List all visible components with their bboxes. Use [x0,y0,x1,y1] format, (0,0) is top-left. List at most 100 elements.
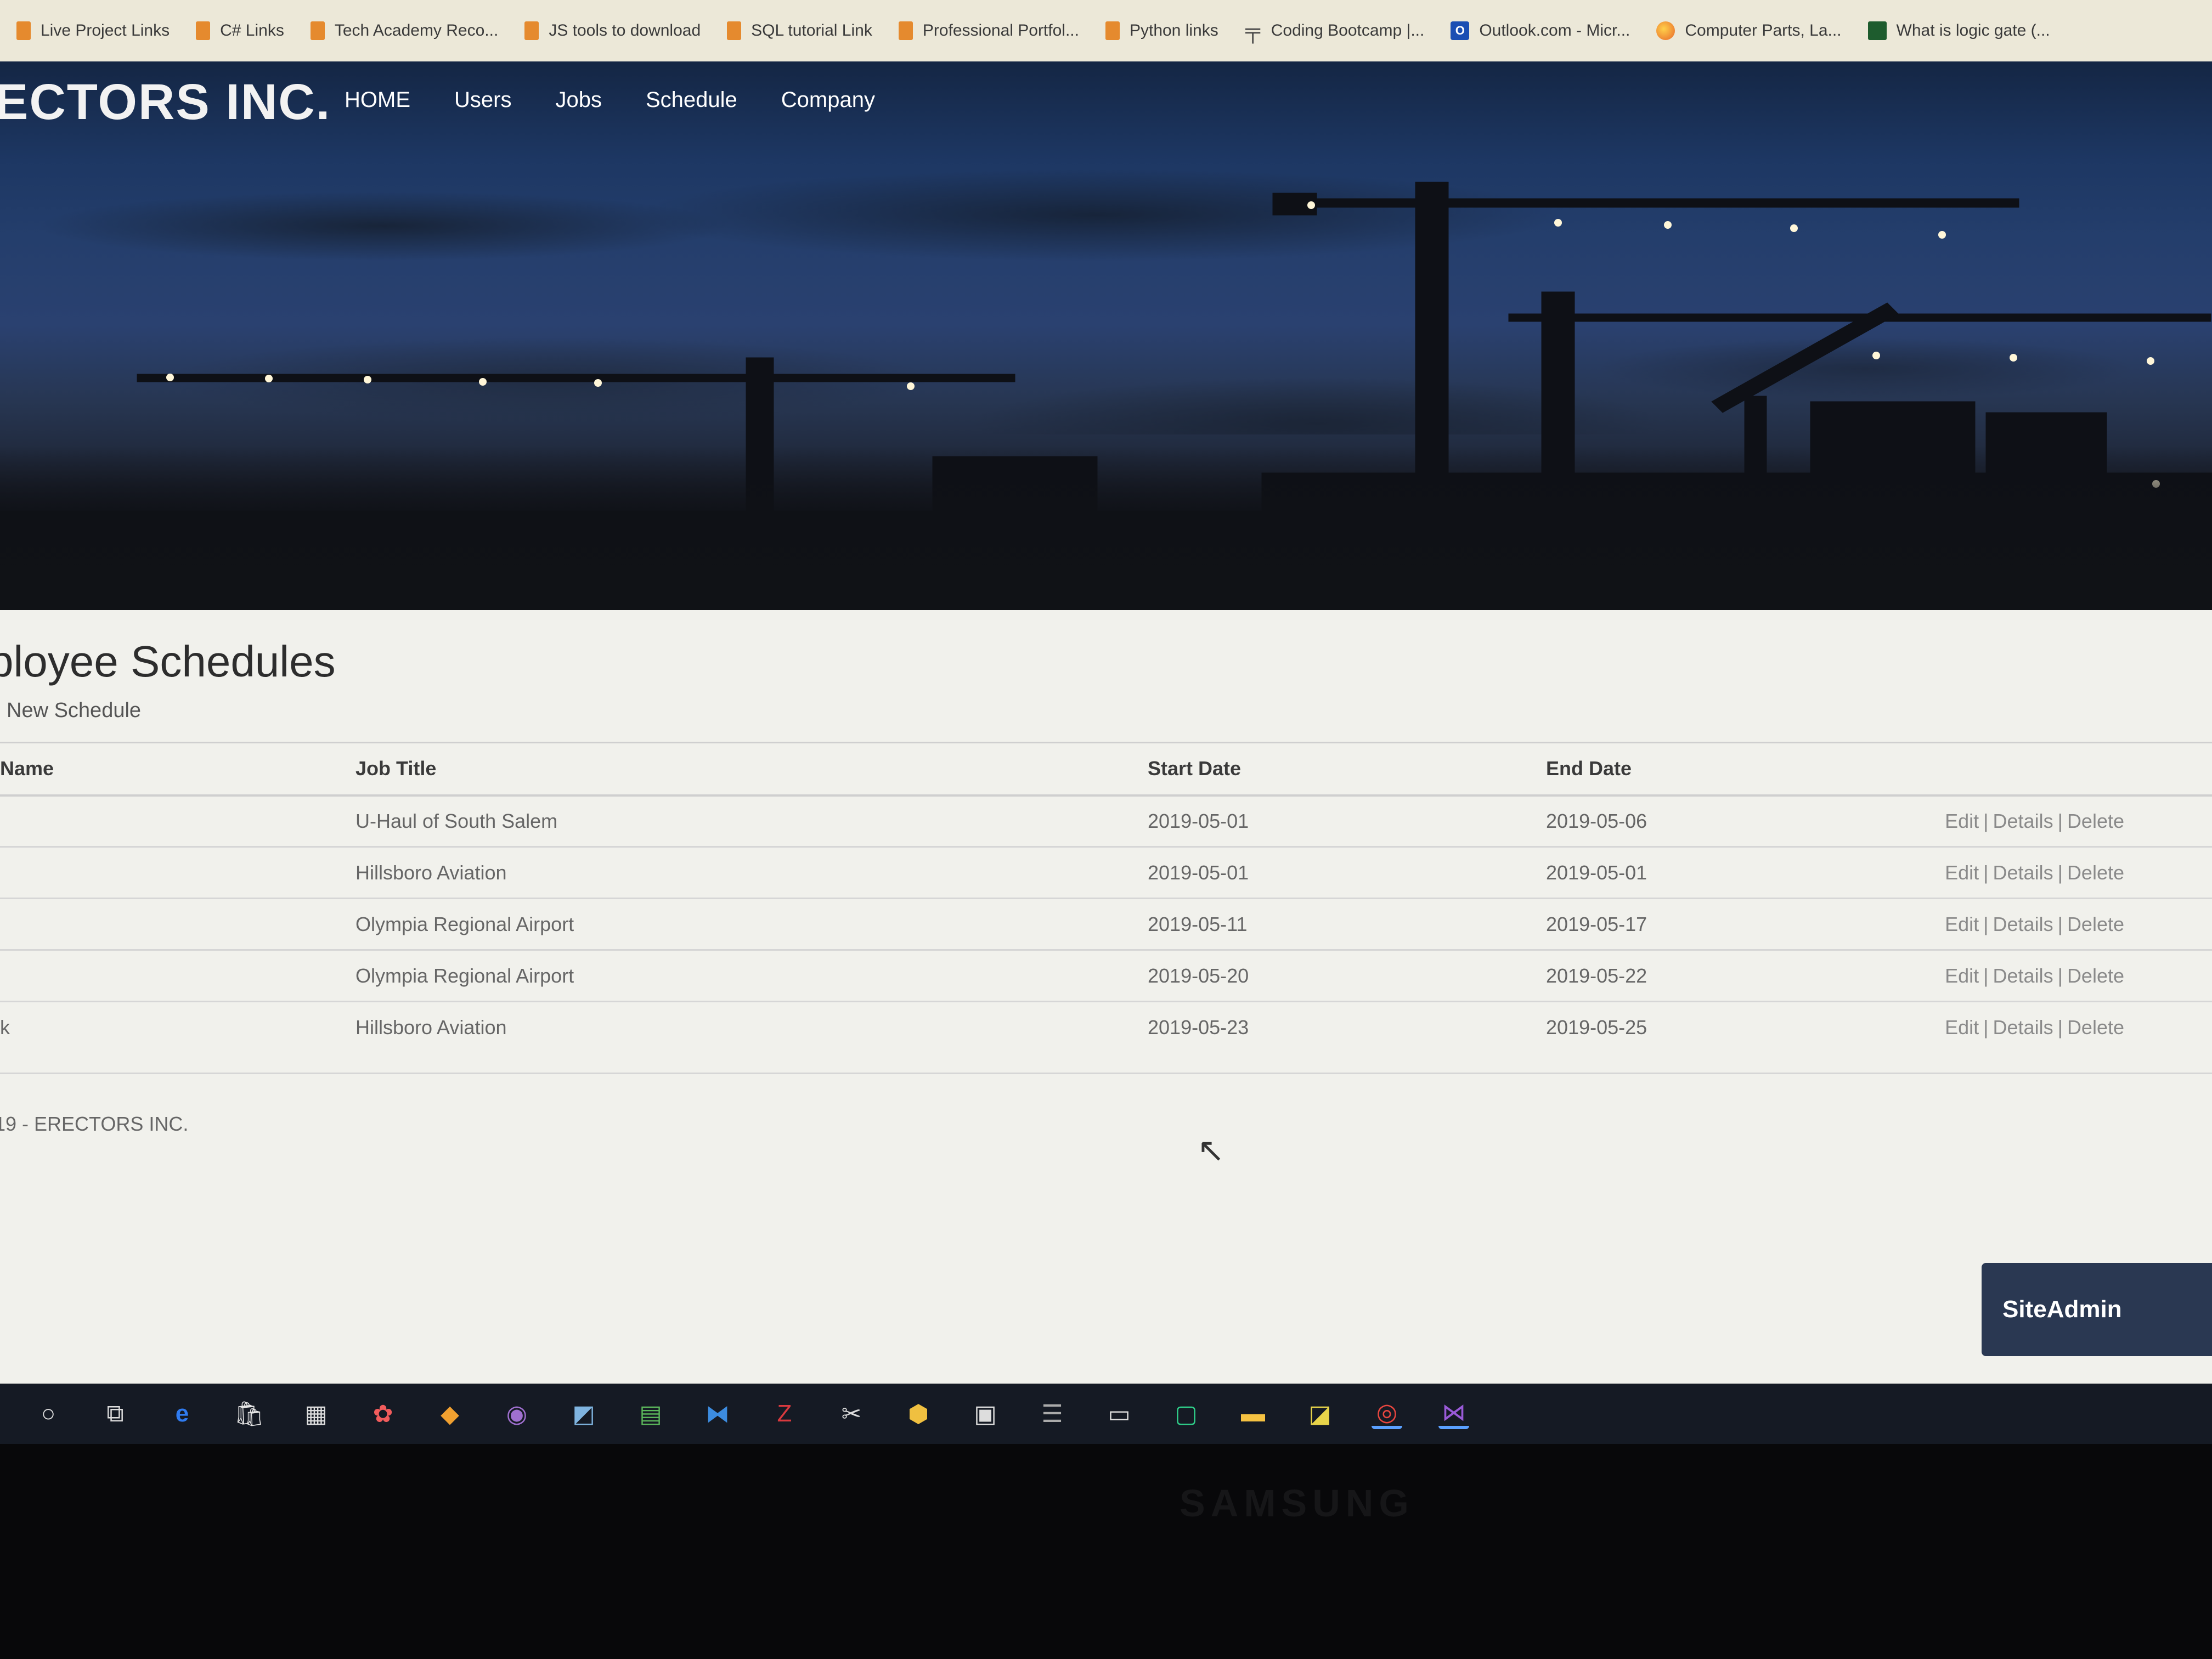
git-icon[interactable]: ◆ [435,1398,465,1429]
outlook-icon: O [1451,21,1470,40]
bookmark-js-tools[interactable]: JS tools to download [524,21,701,40]
folder-icon [196,21,211,40]
delete-link[interactable]: Delete [2067,964,2124,987]
cell-name [0,950,356,1002]
python-icon[interactable]: ⬢ [903,1398,934,1429]
filezilla-icon[interactable]: Z [769,1398,800,1429]
row-actions: Edit | Details | Delete [1941,950,2212,1002]
page-title: ployee Schedules [0,637,336,686]
bookmark-csharp-links[interactable]: C# Links [196,21,284,40]
chrome-icon[interactable]: ◎ [1372,1398,1402,1429]
file-explorer-icon[interactable]: ▬ [1238,1398,1268,1429]
table-row: k Hillsboro Aviation 2019-05-23 2019-05-… [0,1002,2212,1053]
cell-end-date: 2019-05-01 [1546,847,1941,899]
nav-schedule[interactable]: Schedule [646,88,737,112]
cell-end-date: 2019-05-17 [1546,898,1941,951]
terminal-icon[interactable]: ▭ [1104,1398,1135,1429]
cell-job-title: Hillsboro Aviation [356,1016,507,1039]
table-row: Olympia Regional Airport 2019-05-20 2019… [0,950,2212,1002]
cell-end-date: 2019-05-22 [1546,950,1941,1002]
monitor-brand: SAMSUNG [1180,1482,1414,1525]
row-actions: Edit | Details | Delete [1941,1002,2212,1053]
details-link[interactable]: Details [1993,810,2053,832]
bookmarks-bar: Live Project Links C# Links Tech Academy… [0,0,2212,61]
details-link[interactable]: Details [1993,861,2053,884]
folder-icon [310,21,325,40]
spreadsheet-icon[interactable]: ▤ [635,1398,666,1429]
cell-start-date: 2019-05-01 [1148,795,1546,848]
bookmark-python-links[interactable]: Python links [1105,21,1218,40]
sticky-notes-icon[interactable]: ◪ [1305,1398,1335,1429]
row-actions: Edit | Details | Delete [1941,795,2212,848]
bookmark-outlook[interactable]: O Outlook.com - Micr... [1451,21,1630,40]
nav-users[interactable]: Users [454,88,511,112]
navbar: ECTORS INC. HOME Users Jobs Schedule Com… [0,61,2212,144]
bookmark-logic-gate[interactable]: What is logic gate (... [1867,21,2050,40]
row-actions: Edit | Details | Delete [1941,898,2212,951]
calculator-icon[interactable]: ▦ [301,1398,331,1429]
main-content: ployee Schedules New Schedule Name Job T… [0,610,2212,1384]
delete-link[interactable]: Delete [2067,861,2124,884]
table-row: U-Haul of South Salem 2019-05-01 2019-05… [0,795,2212,848]
folder-icon [524,21,539,40]
cell-end-date: 2019-05-06 [1546,795,1941,848]
brand-logo[interactable]: ECTORS INC. [0,74,331,131]
folder-icon [1105,21,1120,40]
details-link[interactable]: Details [1993,964,2053,987]
folder-icon [16,21,31,40]
pycharm-icon[interactable]: ▢ [1171,1398,1201,1429]
paint-icon[interactable]: ✿ [368,1398,398,1429]
divider [0,1073,2212,1074]
cell-start-date: 2019-05-01 [1148,847,1546,899]
cell-end-date: 2019-05-25 [1546,1016,1647,1039]
delete-link[interactable]: Delete [2067,810,2124,832]
schedules-table: Name Job Title Start Date End Date U-Hau… [0,742,2212,1053]
edit-link[interactable]: Edit [1945,810,1979,832]
details-link[interactable]: Details [1993,1016,2053,1039]
nav-company[interactable]: Company [781,88,875,112]
delete-link[interactable]: Delete [2067,913,2124,935]
nav-home[interactable]: HOME [345,88,410,112]
row-actions: Edit | Details | Delete [1941,847,2212,899]
separator: | [1983,861,1989,884]
tools-icon[interactable]: ✂ [836,1398,867,1429]
bookmark-live-project-links[interactable]: Live Project Links [16,21,170,40]
details-link[interactable]: Details [1993,913,2053,935]
column-header-actions [1941,742,2212,797]
edge-icon[interactable]: e [167,1398,198,1429]
separator: | [2057,1016,2063,1039]
bookmark-professional-portfolio[interactable]: Professional Portfol... [898,21,1079,40]
cell-name [0,898,356,951]
edit-link[interactable]: Edit [1945,913,1979,935]
delete-link[interactable]: Delete [2067,1016,2124,1039]
search-circle-icon[interactable]: ○ [33,1398,64,1429]
separator: | [1983,912,1989,935]
task-view-icon[interactable]: ⧉ [100,1398,131,1429]
edit-link[interactable]: Edit [1945,1016,1979,1039]
bookmark-coding-bootcamp[interactable]: ╤ Coding Bootcamp |... [1245,19,1424,43]
column-header-start-date: Start Date [1148,742,1546,797]
edit-link[interactable]: Edit [1945,861,1979,884]
separator: | [2057,912,2063,935]
nav-jobs[interactable]: Jobs [555,88,602,112]
visual-studio-icon[interactable]: ⋈ [1438,1398,1469,1429]
folder-icon [727,21,742,40]
bookmark-tech-academy[interactable]: Tech Academy Reco... [310,21,498,40]
siteadmin-button[interactable]: SiteAdmin [1982,1263,2212,1356]
bookmark-sql-tutorial[interactable]: SQL tutorial Link [727,21,872,40]
database-icon[interactable]: ☰ [1037,1398,1068,1429]
bookmark-computer-parts[interactable]: Computer Parts, La... [1656,21,1842,40]
notes-icon[interactable]: ◩ [568,1398,599,1429]
cell-job-title: Olympia Regional Airport [356,898,1148,951]
create-new-schedule-link[interactable]: New Schedule [7,699,141,723]
document-icon[interactable]: ▣ [970,1398,1001,1429]
separator: | [1983,1016,1989,1039]
vscode-icon[interactable]: ⧓ [702,1398,733,1429]
store-icon[interactable]: 🛍 [234,1398,264,1429]
app-circle-icon[interactable]: ◉ [501,1398,532,1429]
edit-link[interactable]: Edit [1945,964,1979,987]
cell-name [0,847,356,899]
separator: | [2057,809,2063,832]
table-row: Olympia Regional Airport 2019-05-11 2019… [0,898,2212,951]
taskbar: ○ ⧉ e 🛍 ▦ ✿ ◆ ◉ ◩ ▤ ⧓ Z ✂ ⬢ ▣ ☰ ▭ ▢ ▬ ◪ … [0,1384,2212,1444]
